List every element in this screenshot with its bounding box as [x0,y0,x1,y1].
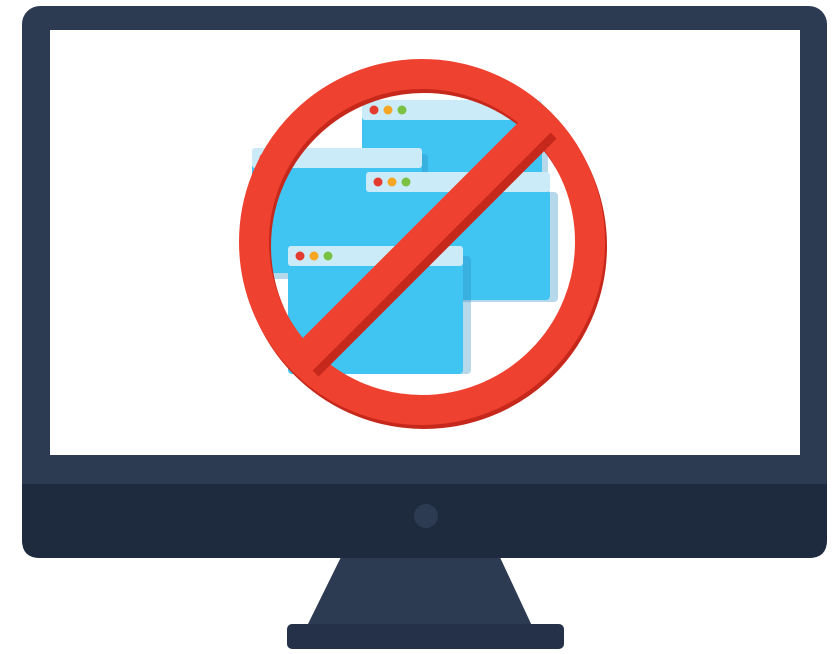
stand-base [287,624,564,649]
screen-content [239,59,607,429]
stand-neck [306,553,533,628]
monitor-illustration [22,6,827,649]
power-button-icon [414,504,438,528]
